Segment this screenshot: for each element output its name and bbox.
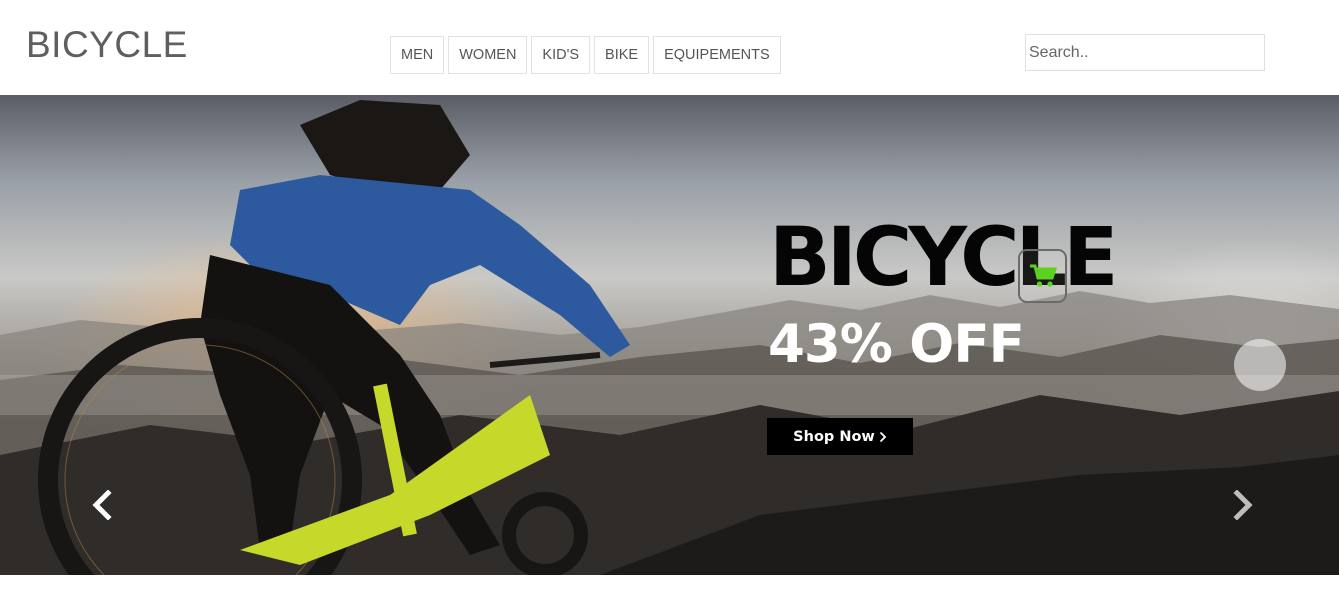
- chevron-right-icon: [879, 431, 887, 442]
- main-nav: MEN WOMEN KID'S BIKE EQUIPEMENTS: [390, 36, 781, 74]
- search-input[interactable]: [1025, 34, 1265, 71]
- site-header: BICYCLE MEN WOMEN KID'S BIKE EQUIPEMENTS: [0, 0, 1339, 95]
- nav-item-kids[interactable]: KID'S: [531, 36, 591, 74]
- hero-image: [0, 100, 1339, 575]
- hero-discount: 43% OFF: [768, 314, 1025, 375]
- nav-item-equipements[interactable]: EQUIPEMENTS: [653, 36, 781, 74]
- nav-item-women[interactable]: WOMEN: [448, 36, 528, 74]
- shop-now-label: Shop Now: [793, 428, 875, 445]
- shop-now-button[interactable]: Shop Now: [767, 418, 913, 455]
- carousel-next-button[interactable]: [1229, 488, 1257, 522]
- shopping-cart-icon: [1029, 264, 1057, 287]
- cart-button[interactable]: [1018, 249, 1067, 303]
- carousel-prev-button[interactable]: [88, 488, 116, 522]
- nav-item-bike[interactable]: BIKE: [594, 36, 650, 74]
- hero-carousel: [0, 95, 1339, 575]
- chevron-left-icon: [92, 490, 112, 520]
- nav-item-men[interactable]: MEN: [390, 36, 445, 74]
- chevron-right-icon: [1233, 490, 1253, 520]
- site-logo[interactable]: BICYCLE: [26, 24, 188, 66]
